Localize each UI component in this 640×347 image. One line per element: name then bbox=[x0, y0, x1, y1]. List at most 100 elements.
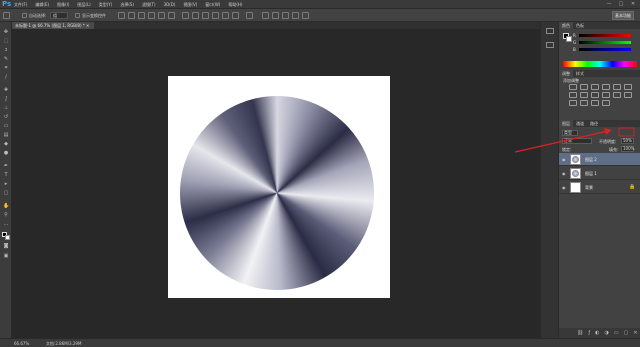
distribute-hcenter-icon[interactable] bbox=[222, 12, 229, 19]
distribute-right-icon[interactable] bbox=[232, 12, 239, 19]
menu-edit[interactable]: 编辑(E) bbox=[35, 2, 49, 8]
show-transform-checkbox[interactable] bbox=[75, 13, 80, 18]
menu-select[interactable]: 选择(S) bbox=[120, 2, 134, 8]
adjustment-icon[interactable]: ◑ bbox=[605, 330, 609, 336]
fill-field[interactable]: 100% bbox=[621, 146, 634, 152]
maximize-button[interactable]: □ bbox=[618, 1, 624, 7]
document-tab[interactable]: 未标题-1 @ 66.7% (图层 1, RGB/8) * ✕ bbox=[12, 22, 94, 29]
pen-tool-icon[interactable]: ✒ bbox=[3, 164, 9, 169]
menu-3d[interactable]: 3D(D) bbox=[164, 2, 176, 7]
screen-mode-icon[interactable]: ▣ bbox=[3, 254, 9, 259]
distribute-top-icon[interactable] bbox=[182, 12, 189, 19]
auto-select-dropdown[interactable]: 组 bbox=[50, 12, 68, 19]
exposure-icon[interactable] bbox=[602, 84, 610, 90]
selective-color-icon[interactable] bbox=[602, 100, 610, 106]
3d-slide-icon[interactable] bbox=[292, 12, 299, 19]
hand-tool-icon[interactable]: ✋ bbox=[3, 204, 9, 209]
menu-layer[interactable]: 图层(L) bbox=[77, 2, 90, 8]
curves-icon[interactable] bbox=[591, 84, 599, 90]
layer-name[interactable]: 图层 1 bbox=[585, 171, 597, 177]
dodge-tool-icon[interactable]: ● bbox=[3, 151, 9, 156]
align-top-icon[interactable] bbox=[118, 12, 125, 19]
tab-layers[interactable]: 图层 bbox=[559, 120, 573, 127]
marquee-tool-icon[interactable]: ⬚ bbox=[3, 39, 9, 44]
type-tool-icon[interactable]: T bbox=[3, 173, 9, 178]
blue-slider[interactable] bbox=[579, 48, 631, 51]
color-balance-icon[interactable] bbox=[569, 92, 577, 98]
clone-stamp-tool-icon[interactable]: ⊥ bbox=[3, 106, 9, 111]
tab-adjustments[interactable]: 调整 bbox=[559, 70, 573, 77]
minimize-button[interactable]: — bbox=[606, 1, 612, 7]
background-color-swatch[interactable] bbox=[5, 235, 10, 240]
invert-icon[interactable] bbox=[624, 92, 632, 98]
visibility-eye-icon[interactable]: ◉ bbox=[562, 171, 567, 176]
visibility-eye-icon[interactable]: ◉ bbox=[562, 157, 567, 162]
edit-toolbar-icon[interactable]: … bbox=[3, 222, 9, 227]
brightness-contrast-icon[interactable] bbox=[569, 84, 577, 90]
eraser-tool-icon[interactable]: ▭ bbox=[3, 124, 9, 129]
align-vcenter-icon[interactable] bbox=[128, 12, 135, 19]
layer-row-2[interactable]: ◉ 图层 2 bbox=[559, 153, 640, 166]
menu-help[interactable]: 帮助(H) bbox=[228, 2, 242, 8]
trash-icon[interactable]: ✕ bbox=[633, 330, 637, 336]
menu-window[interactable]: 窗口(W) bbox=[205, 2, 220, 8]
mask-icon[interactable]: ◐ bbox=[595, 330, 599, 336]
tab-channels[interactable]: 通道 bbox=[573, 120, 587, 127]
shape-tool-icon[interactable]: ▢ bbox=[3, 191, 9, 196]
zoom-tool-icon[interactable]: ⚲ bbox=[3, 213, 9, 218]
levels-icon[interactable] bbox=[580, 84, 588, 90]
workspace-button[interactable]: 基本功能 bbox=[612, 11, 634, 20]
properties-panel-icon[interactable] bbox=[546, 42, 554, 48]
align-left-icon[interactable] bbox=[148, 12, 155, 19]
brush-tool-icon[interactable]: ∫ bbox=[3, 97, 9, 102]
history-brush-tool-icon[interactable]: ↺ bbox=[3, 115, 9, 120]
menu-filter[interactable]: 滤镜(T) bbox=[142, 2, 156, 8]
folder-icon[interactable]: ▭ bbox=[614, 330, 619, 336]
blur-tool-icon[interactable]: ◆ bbox=[3, 142, 9, 147]
menu-file[interactable]: 文件(F) bbox=[14, 2, 27, 8]
move-tool-preset-icon[interactable] bbox=[3, 12, 10, 19]
layer-name[interactable]: 图层 2 bbox=[585, 157, 597, 163]
history-panel-icon[interactable] bbox=[546, 28, 554, 34]
green-slider[interactable] bbox=[579, 41, 631, 44]
fx-icon[interactable]: ƒ bbox=[588, 330, 590, 336]
hue-saturation-icon[interactable] bbox=[624, 84, 632, 90]
visibility-eye-icon[interactable]: ◉ bbox=[562, 185, 567, 190]
align-hcenter-icon[interactable] bbox=[158, 12, 165, 19]
auto-select-checkbox[interactable] bbox=[22, 13, 27, 18]
lasso-tool-icon[interactable]: ↄ bbox=[3, 48, 9, 53]
black-white-icon[interactable] bbox=[580, 92, 588, 98]
healing-brush-tool-icon[interactable]: ✚ bbox=[3, 88, 9, 93]
opacity-field[interactable]: 50% bbox=[621, 138, 634, 144]
color-spectrum-bar[interactable] bbox=[563, 61, 637, 67]
tab-paths[interactable]: 路径 bbox=[587, 120, 601, 127]
distribute-left-icon[interactable] bbox=[212, 12, 219, 19]
menu-image[interactable]: 图像(I) bbox=[57, 2, 69, 8]
3d-scale-icon[interactable] bbox=[302, 12, 309, 19]
eyedropper-tool-icon[interactable]: ∕ bbox=[3, 75, 9, 80]
distribute-bottom-icon[interactable] bbox=[202, 12, 209, 19]
tab-styles[interactable]: 样式 bbox=[573, 70, 587, 77]
gradient-map-icon[interactable] bbox=[591, 100, 599, 106]
close-button[interactable]: ✕ bbox=[630, 1, 636, 7]
zoom-readout[interactable]: 66.67% bbox=[14, 341, 29, 346]
distribute-vcenter-icon[interactable] bbox=[192, 12, 199, 19]
move-tool-icon[interactable]: ✥ bbox=[3, 30, 9, 35]
align-bottom-icon[interactable] bbox=[138, 12, 145, 19]
color-lookup-icon[interactable] bbox=[613, 92, 621, 98]
layer-name[interactable]: 背景 bbox=[585, 185, 593, 191]
document-info[interactable]: 文档:2.86M/3.29M bbox=[46, 341, 81, 347]
3d-mode-icon[interactable] bbox=[262, 12, 269, 19]
auto-align-icon[interactable] bbox=[246, 12, 253, 19]
threshold-icon[interactable] bbox=[580, 100, 588, 106]
channel-mixer-icon[interactable] bbox=[602, 92, 610, 98]
tab-color[interactable]: 颜色 bbox=[559, 22, 573, 29]
blend-mode-dropdown[interactable]: 正常 bbox=[562, 138, 592, 144]
path-select-tool-icon[interactable]: ▸ bbox=[3, 182, 9, 187]
tab-swatches[interactable]: 色板 bbox=[573, 22, 587, 29]
quick-mask-icon[interactable]: ◙ bbox=[3, 244, 9, 249]
align-right-icon[interactable] bbox=[168, 12, 175, 19]
menu-type[interactable]: 类型(Y) bbox=[99, 2, 113, 8]
layer-row-background[interactable]: ◉ 背景 🔒 bbox=[559, 181, 640, 194]
panel-background-swatch[interactable] bbox=[566, 36, 572, 42]
